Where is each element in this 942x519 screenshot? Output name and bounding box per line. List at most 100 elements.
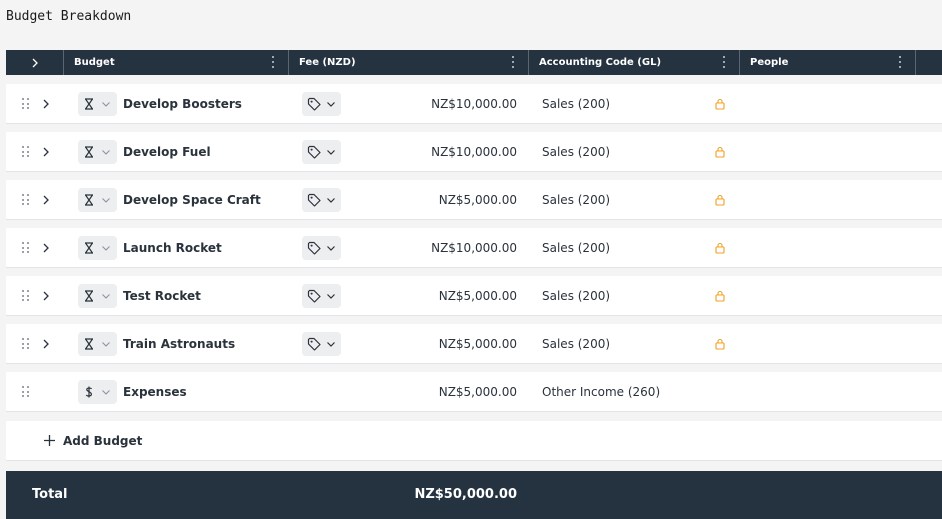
- budget-name[interactable]: Develop Fuel: [123, 132, 211, 172]
- chevron-right-icon[interactable]: [39, 97, 53, 111]
- hourglass-icon: [85, 242, 93, 254]
- chevron-right-icon[interactable]: [39, 337, 53, 351]
- accounting-code-value[interactable]: Sales (200): [542, 324, 610, 364]
- chevron-right-icon[interactable]: [39, 289, 53, 303]
- total-value: NZ$50,000.00: [414, 487, 517, 502]
- chevron-down-icon: [327, 150, 335, 155]
- accounting-code-value[interactable]: Sales (200): [542, 228, 610, 268]
- budget-type-dropdown[interactable]: [78, 188, 117, 212]
- table-row[interactable]: Develop Space Craft NZ$5,000.00 Sales (200…: [6, 180, 942, 220]
- budget-name[interactable]: Expenses: [123, 372, 187, 412]
- column-menu-icon[interactable]: [511, 56, 514, 68]
- column-header-fee[interactable]: Fee (NZD): [289, 50, 529, 75]
- chevron-down-icon: [102, 294, 110, 299]
- drag-handle-icon[interactable]: [22, 290, 29, 301]
- tag-icon: [307, 145, 321, 159]
- chevron-down-icon: [327, 246, 335, 251]
- column-menu-icon[interactable]: [271, 56, 274, 68]
- budget-type-dropdown[interactable]: [78, 380, 117, 404]
- chevron-right-icon[interactable]: [39, 193, 53, 207]
- accounting-code-value[interactable]: Sales (200): [542, 276, 610, 316]
- table-row[interactable]: Expenses NZ$5,000.00 Other Income (260): [6, 372, 942, 412]
- table-header: Budget Fee (NZD) Accounting Code (GL) Pe…: [6, 50, 942, 75]
- accounting-code-value[interactable]: Sales (200): [542, 180, 610, 220]
- fee-value[interactable]: NZ$5,000.00: [439, 180, 517, 220]
- fee-value[interactable]: NZ$10,000.00: [431, 84, 517, 124]
- chevron-right-icon[interactable]: [39, 241, 53, 255]
- add-budget-button[interactable]: Add Budget: [6, 421, 942, 461]
- budget-name[interactable]: Launch Rocket: [123, 228, 222, 268]
- plus-icon: [44, 435, 55, 446]
- accounting-code-value[interactable]: Other Income (260): [542, 372, 660, 412]
- tag-icon: [307, 97, 321, 111]
- fee-tag-dropdown[interactable]: [302, 140, 341, 164]
- chevron-down-icon: [102, 150, 110, 155]
- accounting-code-value[interactable]: Sales (200): [542, 84, 610, 124]
- drag-handle-icon[interactable]: [22, 338, 29, 349]
- accounting-code-value[interactable]: Sales (200): [542, 132, 610, 172]
- fee-tag-dropdown[interactable]: [302, 92, 341, 116]
- chevron-down-icon: [102, 102, 110, 107]
- column-header-people[interactable]: People: [740, 50, 916, 75]
- fee-tag-dropdown[interactable]: [302, 236, 341, 260]
- chevron-down-icon: [102, 198, 110, 203]
- tag-icon: [307, 289, 321, 303]
- table-row[interactable]: Test Rocket NZ$5,000.00 Sales (200): [6, 276, 942, 316]
- hourglass-icon: [85, 146, 93, 158]
- chevron-down-icon: [102, 246, 110, 251]
- budget-name[interactable]: Train Astronauts: [123, 324, 235, 364]
- drag-handle-icon[interactable]: [22, 386, 29, 397]
- chevron-down-icon: [102, 342, 110, 347]
- tag-icon: [307, 337, 321, 351]
- chevron-right-icon[interactable]: [39, 145, 53, 159]
- fee-tag-dropdown[interactable]: [302, 284, 341, 308]
- fee-tag-dropdown[interactable]: [302, 188, 341, 212]
- column-menu-icon[interactable]: [722, 56, 725, 68]
- budget-type-dropdown[interactable]: [78, 92, 117, 116]
- column-menu-icon[interactable]: [898, 56, 901, 68]
- budget-name[interactable]: Develop Space Craft: [123, 180, 261, 220]
- column-header-budget[interactable]: Budget: [64, 50, 289, 75]
- lock-icon: [715, 242, 725, 254]
- budget-type-dropdown[interactable]: [78, 236, 117, 260]
- expand-all-button[interactable]: [6, 50, 64, 75]
- fee-value[interactable]: NZ$10,000.00: [431, 228, 517, 268]
- lock-icon: [715, 290, 725, 302]
- budget-type-dropdown[interactable]: [78, 332, 117, 356]
- fee-tag-dropdown[interactable]: [302, 332, 341, 356]
- tag-icon: [307, 193, 321, 207]
- drag-handle-icon[interactable]: [22, 98, 29, 109]
- page-title: Budget Breakdown: [6, 9, 132, 24]
- chevron-down-icon: [327, 198, 335, 203]
- fee-value[interactable]: NZ$5,000.00: [439, 372, 517, 412]
- table-row[interactable]: Launch Rocket NZ$10,000.00 Sales (200): [6, 228, 942, 268]
- lock-icon: [715, 338, 725, 350]
- table-row[interactable]: Develop Boosters NZ$10,000.00 Sales (200): [6, 84, 942, 124]
- chevron-down-icon: [327, 294, 335, 299]
- fee-value[interactable]: NZ$10,000.00: [431, 132, 517, 172]
- column-header-accounting-code-label: Accounting Code (GL): [539, 57, 662, 68]
- budget-name[interactable]: Develop Boosters: [123, 84, 242, 124]
- drag-handle-icon[interactable]: [22, 194, 29, 205]
- fee-value[interactable]: NZ$5,000.00: [439, 276, 517, 316]
- column-header-accounting-code[interactable]: Accounting Code (GL): [529, 50, 740, 75]
- fee-value[interactable]: NZ$5,000.00: [439, 324, 517, 364]
- lock-icon: [715, 146, 725, 158]
- chevron-down-icon: [327, 102, 335, 107]
- total-footer: Total NZ$50,000.00: [6, 471, 942, 519]
- table-row[interactable]: Develop Fuel NZ$10,000.00 Sales (200): [6, 132, 942, 172]
- total-label: Total: [32, 487, 68, 502]
- add-budget-label: Add Budget: [63, 434, 143, 448]
- drag-handle-icon[interactable]: [22, 242, 29, 253]
- budget-name[interactable]: Test Rocket: [123, 276, 201, 316]
- budget-type-dropdown[interactable]: [78, 140, 117, 164]
- table-row[interactable]: Train Astronauts NZ$5,000.00 Sales (200): [6, 324, 942, 364]
- budget-type-dropdown[interactable]: [78, 284, 117, 308]
- tag-icon: [307, 241, 321, 255]
- column-header-fee-label: Fee (NZD): [299, 57, 356, 68]
- lock-icon: [715, 98, 725, 110]
- chevron-right-icon: [32, 58, 38, 67]
- column-header-extra: [916, 50, 942, 75]
- column-header-budget-label: Budget: [74, 57, 115, 68]
- drag-handle-icon[interactable]: [22, 146, 29, 157]
